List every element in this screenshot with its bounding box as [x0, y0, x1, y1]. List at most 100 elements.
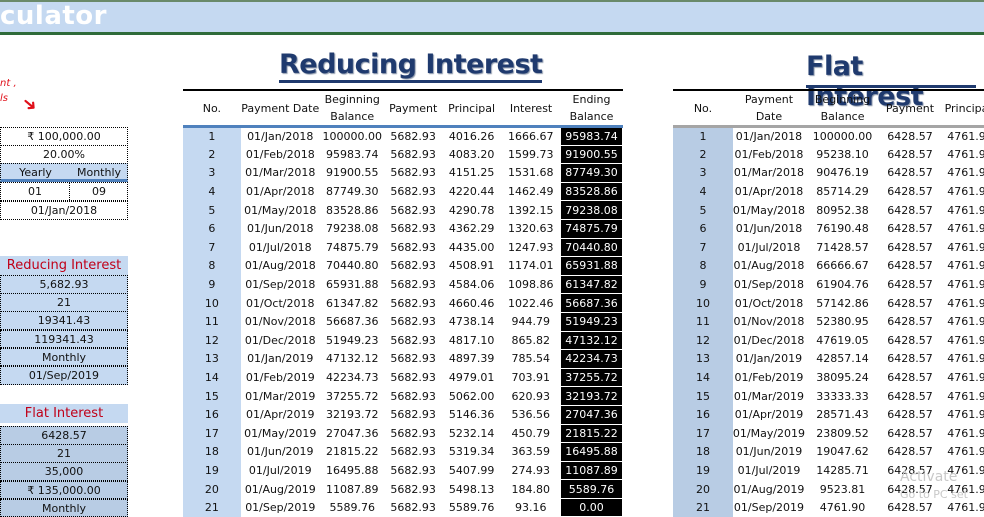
- table-cell: 5682.93: [390, 259, 436, 273]
- table-cell: 5: [673, 200, 733, 220]
- table-cell: 01/Nov/2018: [733, 315, 805, 329]
- table-row: 14 01/Feb/2019 38095.24 6428.57 4761.9: [673, 368, 984, 387]
- table-cell: 1247.93: [508, 240, 554, 254]
- table-cell: 61347.82: [560, 274, 623, 295]
- table-cell: 4979.01: [448, 371, 495, 385]
- table-cell: 33333.33: [816, 389, 869, 403]
- table-cell: 14285.71: [816, 463, 869, 477]
- table-cell: 4761.9: [947, 130, 984, 144]
- table-row: 5 01/May/2018 80952.38 6428.57 4761.9: [673, 200, 984, 220]
- table-row: 8 01/Aug/2018 66666.67 6428.57 4761.9: [673, 256, 984, 276]
- table-cell: 14: [673, 368, 733, 387]
- tenure-header: Yearly Monthly: [0, 163, 128, 182]
- table-row: 19 01/Jul/2019 16495.88 5682.93 5407.99 274.9…: [183, 460, 623, 481]
- years-input[interactable]: 01: [1, 183, 70, 200]
- table-row: 21 01/Sep/2019 5589.76 5682.93 5589.76 93.16 0…: [183, 497, 623, 517]
- reducing-table-title: Reducing Interest: [279, 50, 543, 83]
- table-row: 4 01/Apr/2018 85714.29 6428.57 4761.9: [673, 182, 984, 201]
- table-cell: 61904.76: [816, 278, 869, 292]
- table-row: 12 01/Dec/2018 47619.05 6428.57 4761.9: [673, 331, 984, 350]
- arrow-icon: ➜: [17, 91, 43, 118]
- table-cell: 01/May/2018: [244, 203, 317, 217]
- table-cell: 5682.93: [390, 166, 436, 180]
- table-cell: 01/Jun/2018: [246, 222, 314, 236]
- table-cell: 6: [673, 219, 733, 239]
- months-input[interactable]: 09: [70, 183, 128, 200]
- table-row: 12 01/Dec/2018 51949.23 5682.93 4817.10 865.8…: [183, 330, 623, 351]
- table-cell: 6428.57: [887, 445, 933, 459]
- table-cell: 5682.93: [390, 333, 436, 347]
- column-header: Ending Balance: [560, 89, 623, 128]
- table-cell: 01/May/2018: [732, 203, 806, 217]
- summary-value: Monthly: [0, 347, 128, 367]
- table-cell: 4761.9: [947, 408, 984, 422]
- table-cell: 5062.00: [448, 389, 495, 403]
- table-row: 17 01/May/2019 27047.36 5682.93 5232.14 450.7…: [183, 423, 623, 444]
- table-cell: 0.00: [560, 497, 623, 517]
- table-cell: 5682.93: [390, 147, 436, 161]
- table-row: 11 01/Nov/2018 56687.36 5682.93 4738.14 944.7…: [183, 311, 623, 332]
- table-cell: 01/Oct/2018: [246, 296, 315, 310]
- table-cell: 4761.9: [947, 352, 984, 366]
- table-cell: 7: [183, 238, 241, 257]
- table-cell: 4761.9: [947, 203, 984, 217]
- table-cell: 91900.55: [325, 166, 379, 180]
- table-cell: 6: [183, 219, 241, 239]
- column-header: Payment: [880, 89, 940, 128]
- table-row: 4 01/Apr/2018 87749.30 5682.93 4220.44 1462.4…: [183, 181, 623, 202]
- watermark-line2: Go to PC set: [900, 488, 968, 501]
- table-cell: 6428.57: [887, 408, 933, 422]
- table-row: 3 01/Mar/2018 91900.55 5682.93 4151.25 1531.6…: [183, 163, 623, 183]
- title-bar: culator: [0, 0, 984, 35]
- table-cell: 91900.55: [560, 144, 623, 165]
- table-cell: 87749.30: [560, 163, 623, 183]
- table-cell: 16495.88: [560, 442, 623, 462]
- table-cell: 100000.00: [812, 130, 873, 144]
- loan-amount-input[interactable]: ₹ 100,000.00: [0, 127, 128, 146]
- table-cell: 5682.93: [390, 315, 436, 329]
- tenure-row: 01 09: [0, 182, 128, 201]
- table-cell: 100000.00: [322, 130, 382, 144]
- table-cell: 01/Aug/2019: [733, 482, 805, 496]
- watermark-line1: Activate: [900, 469, 958, 485]
- table-cell: 01/Jan/2018: [247, 130, 314, 144]
- table-row: 6 01/Jun/2018 79238.08 5682.93 4362.29 1320.6…: [183, 218, 623, 239]
- table-cell: 4761.9: [947, 185, 984, 199]
- table-cell: 95238.10: [816, 147, 869, 161]
- yearly-label: Yearly: [19, 166, 52, 179]
- table-cell: 5682.93: [390, 240, 436, 254]
- table-cell: 4761.9: [947, 166, 984, 180]
- column-header: Beginning Balance: [319, 89, 385, 128]
- table-cell: 11: [673, 312, 733, 332]
- table-cell: 1392.15: [508, 203, 554, 217]
- table-cell: 5682.93: [390, 222, 436, 236]
- annotation-line1: nt ,: [0, 78, 17, 89]
- interest-rate-input[interactable]: 20.00%: [0, 145, 128, 164]
- table-cell: 65931.88: [560, 256, 623, 276]
- table-row: 18 01/Jun/2019 19047.62 6428.57 4761.9: [673, 442, 984, 462]
- table-cell: 5682.93: [390, 445, 436, 459]
- table-cell: 01/Feb/2019: [734, 371, 804, 385]
- table-cell: 4584.06: [448, 278, 495, 292]
- column-header: Payment: [384, 89, 442, 128]
- table-cell: 4897.39: [448, 352, 495, 366]
- table-cell: 4761.9: [947, 296, 984, 310]
- table-cell: 95983.74: [560, 126, 623, 146]
- table-cell: 4761.9: [947, 426, 984, 440]
- table-cell: 785.54: [511, 352, 551, 366]
- summary-value: 21: [0, 444, 128, 463]
- table-cell: 28571.43: [816, 408, 869, 422]
- table-cell: 6428.57: [887, 352, 933, 366]
- start-date-input[interactable]: 01/Jan/2018: [0, 201, 128, 220]
- table-cell: 6428.57: [887, 371, 933, 385]
- table-row: 1 01/Jan/2018 100000.00 6428.57 4761.9: [673, 126, 984, 146]
- table-cell: 5589.76: [448, 501, 495, 515]
- table-cell: 4761.9: [947, 315, 984, 329]
- table-cell: 01/Aug/2019: [244, 482, 316, 496]
- table-cell: 01/Apr/2019: [246, 408, 315, 422]
- table-row: 15 01/Mar/2019 37255.72 5682.93 5062.00 620.9…: [183, 386, 623, 406]
- table-row: 20 01/Aug/2019 11087.89 5682.93 5498.13 184.8…: [183, 479, 623, 499]
- table-cell: 1666.67: [508, 130, 554, 144]
- table-cell: 18: [673, 442, 733, 462]
- flat-title-underline: [806, 85, 976, 88]
